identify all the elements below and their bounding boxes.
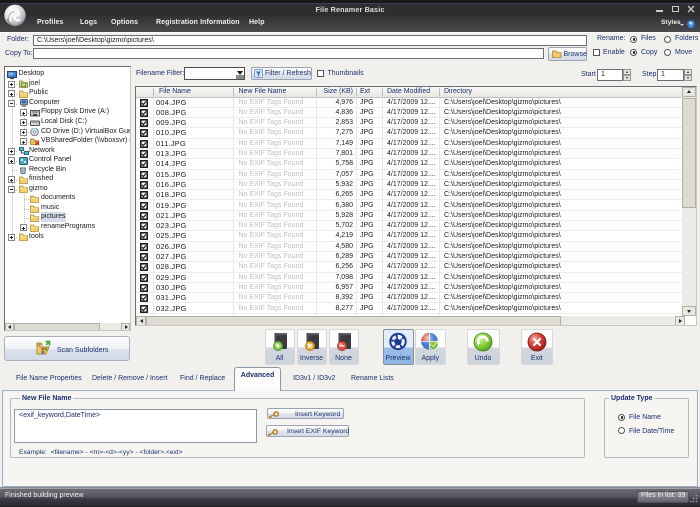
svg-text:?: ? [689, 22, 693, 28]
